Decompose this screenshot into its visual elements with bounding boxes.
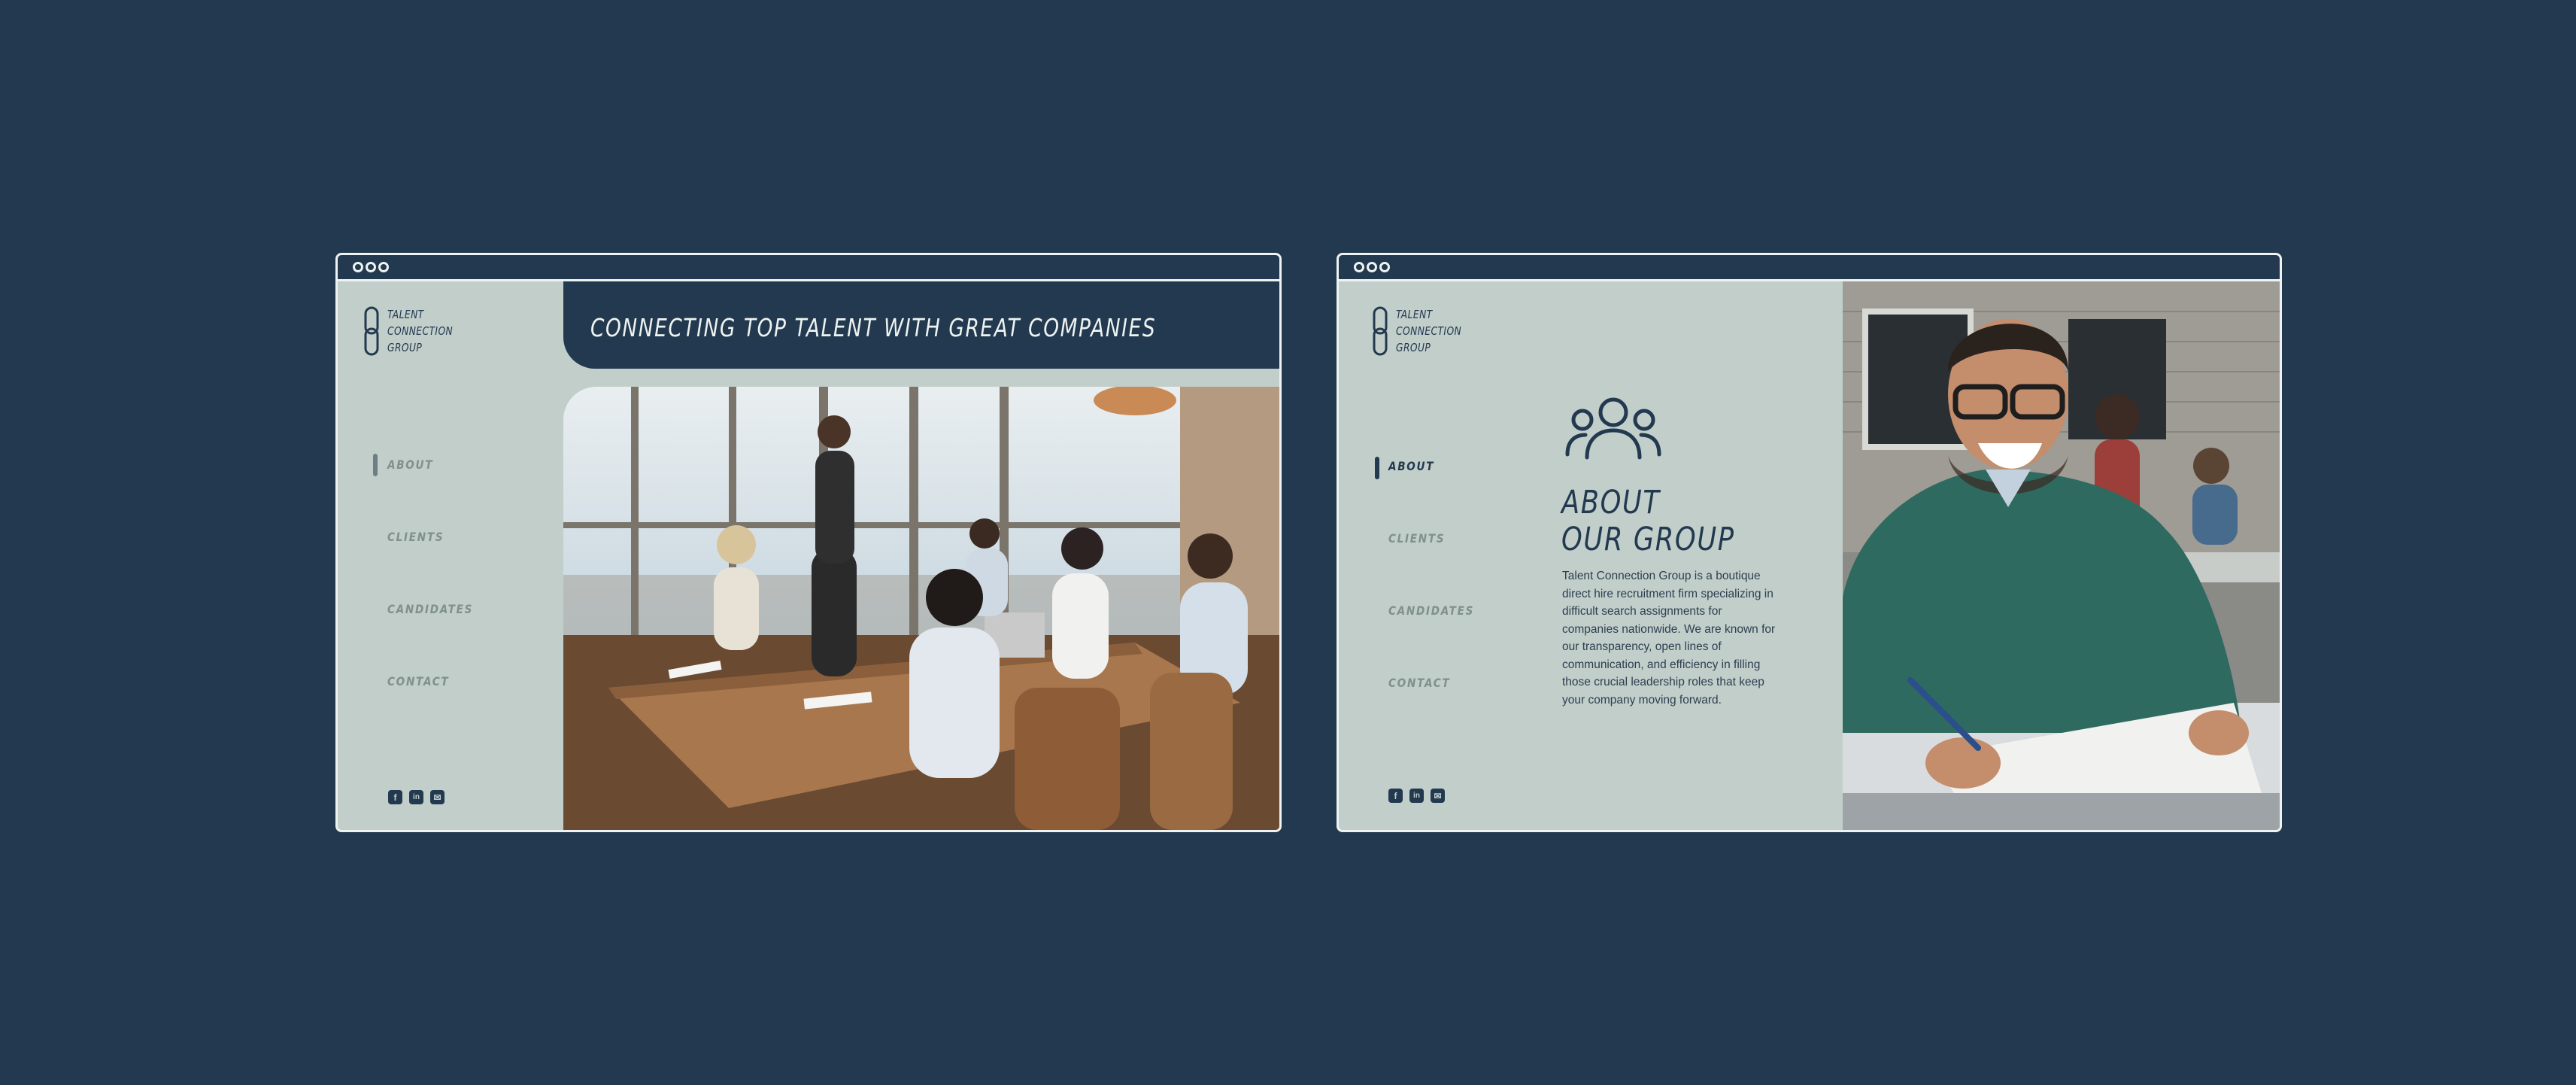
linkedin-icon[interactable]: in (1409, 789, 1424, 803)
hero-banner: CONNECTING TOP TALENT WITH GREAT COMPANI… (563, 281, 1279, 369)
window-control-dot[interactable] (378, 262, 389, 272)
nav-candidates[interactable]: CANDIDATES (387, 602, 473, 616)
email-icon[interactable]: ✉ (1431, 789, 1445, 803)
smiling-man-writing-photo (1843, 281, 2280, 830)
nav-candidates[interactable]: CANDIDATES (1388, 603, 1474, 618)
active-nav-indicator (373, 454, 378, 476)
linkedin-icon[interactable]: in (409, 790, 423, 804)
window-control-dot[interactable] (1367, 262, 1377, 272)
nav-contact[interactable]: CONTACT (387, 674, 449, 688)
browser-window-home: TALENT CONNECTION GROUP ABOUT CLIENTS CA… (335, 253, 1282, 832)
logo-text: TALENT CONNECTION GROUP (387, 308, 454, 354)
window-control-dot[interactable] (1379, 262, 1390, 272)
social-links: f in ✉ (1388, 789, 1445, 803)
active-nav-indicator (1375, 457, 1379, 479)
brand-logo[interactable]: TALENT CONNECTION GROUP (363, 306, 467, 356)
email-icon[interactable]: ✉ (430, 790, 445, 804)
hero-title: CONNECTING TOP TALENT WITH GREAT COMPANI… (590, 313, 1157, 342)
window-control-dot[interactable] (353, 262, 363, 272)
nav-clients[interactable]: CLIENTS (387, 530, 444, 544)
group-people-icon (1565, 397, 1661, 460)
nav-clients[interactable]: CLIENTS (1388, 531, 1445, 546)
team-meeting-photo (563, 387, 1279, 830)
browser-window-about: TALENT CONNECTION GROUP ABOUT CLIENTS CA… (1337, 253, 2282, 832)
brand-logo[interactable]: TALENT CONNECTION GROUP (1372, 306, 1476, 356)
window-control-dot[interactable] (366, 262, 376, 272)
window-titlebar (1339, 255, 2280, 281)
facebook-icon[interactable]: f (1388, 789, 1403, 803)
logo-text: TALENT CONNECTION GROUP (1396, 308, 1462, 354)
facebook-icon[interactable]: f (388, 790, 402, 804)
chain-link-icon (364, 306, 379, 356)
nav-contact[interactable]: CONTACT (1388, 676, 1450, 690)
window-control-dot[interactable] (1354, 262, 1364, 272)
about-heading: ABOUT OUR GROUP (1561, 484, 1735, 558)
social-links: f in ✉ (388, 790, 445, 804)
team-meeting-image (563, 387, 1279, 830)
smiling-man-image (1843, 281, 2280, 830)
window-titlebar (338, 255, 1279, 281)
nav-about[interactable]: ABOUT (1388, 459, 1434, 473)
nav-about[interactable]: ABOUT (387, 457, 433, 472)
chain-link-icon (1373, 306, 1388, 356)
about-body-text: Talent Connection Group is a boutique di… (1562, 570, 1776, 707)
